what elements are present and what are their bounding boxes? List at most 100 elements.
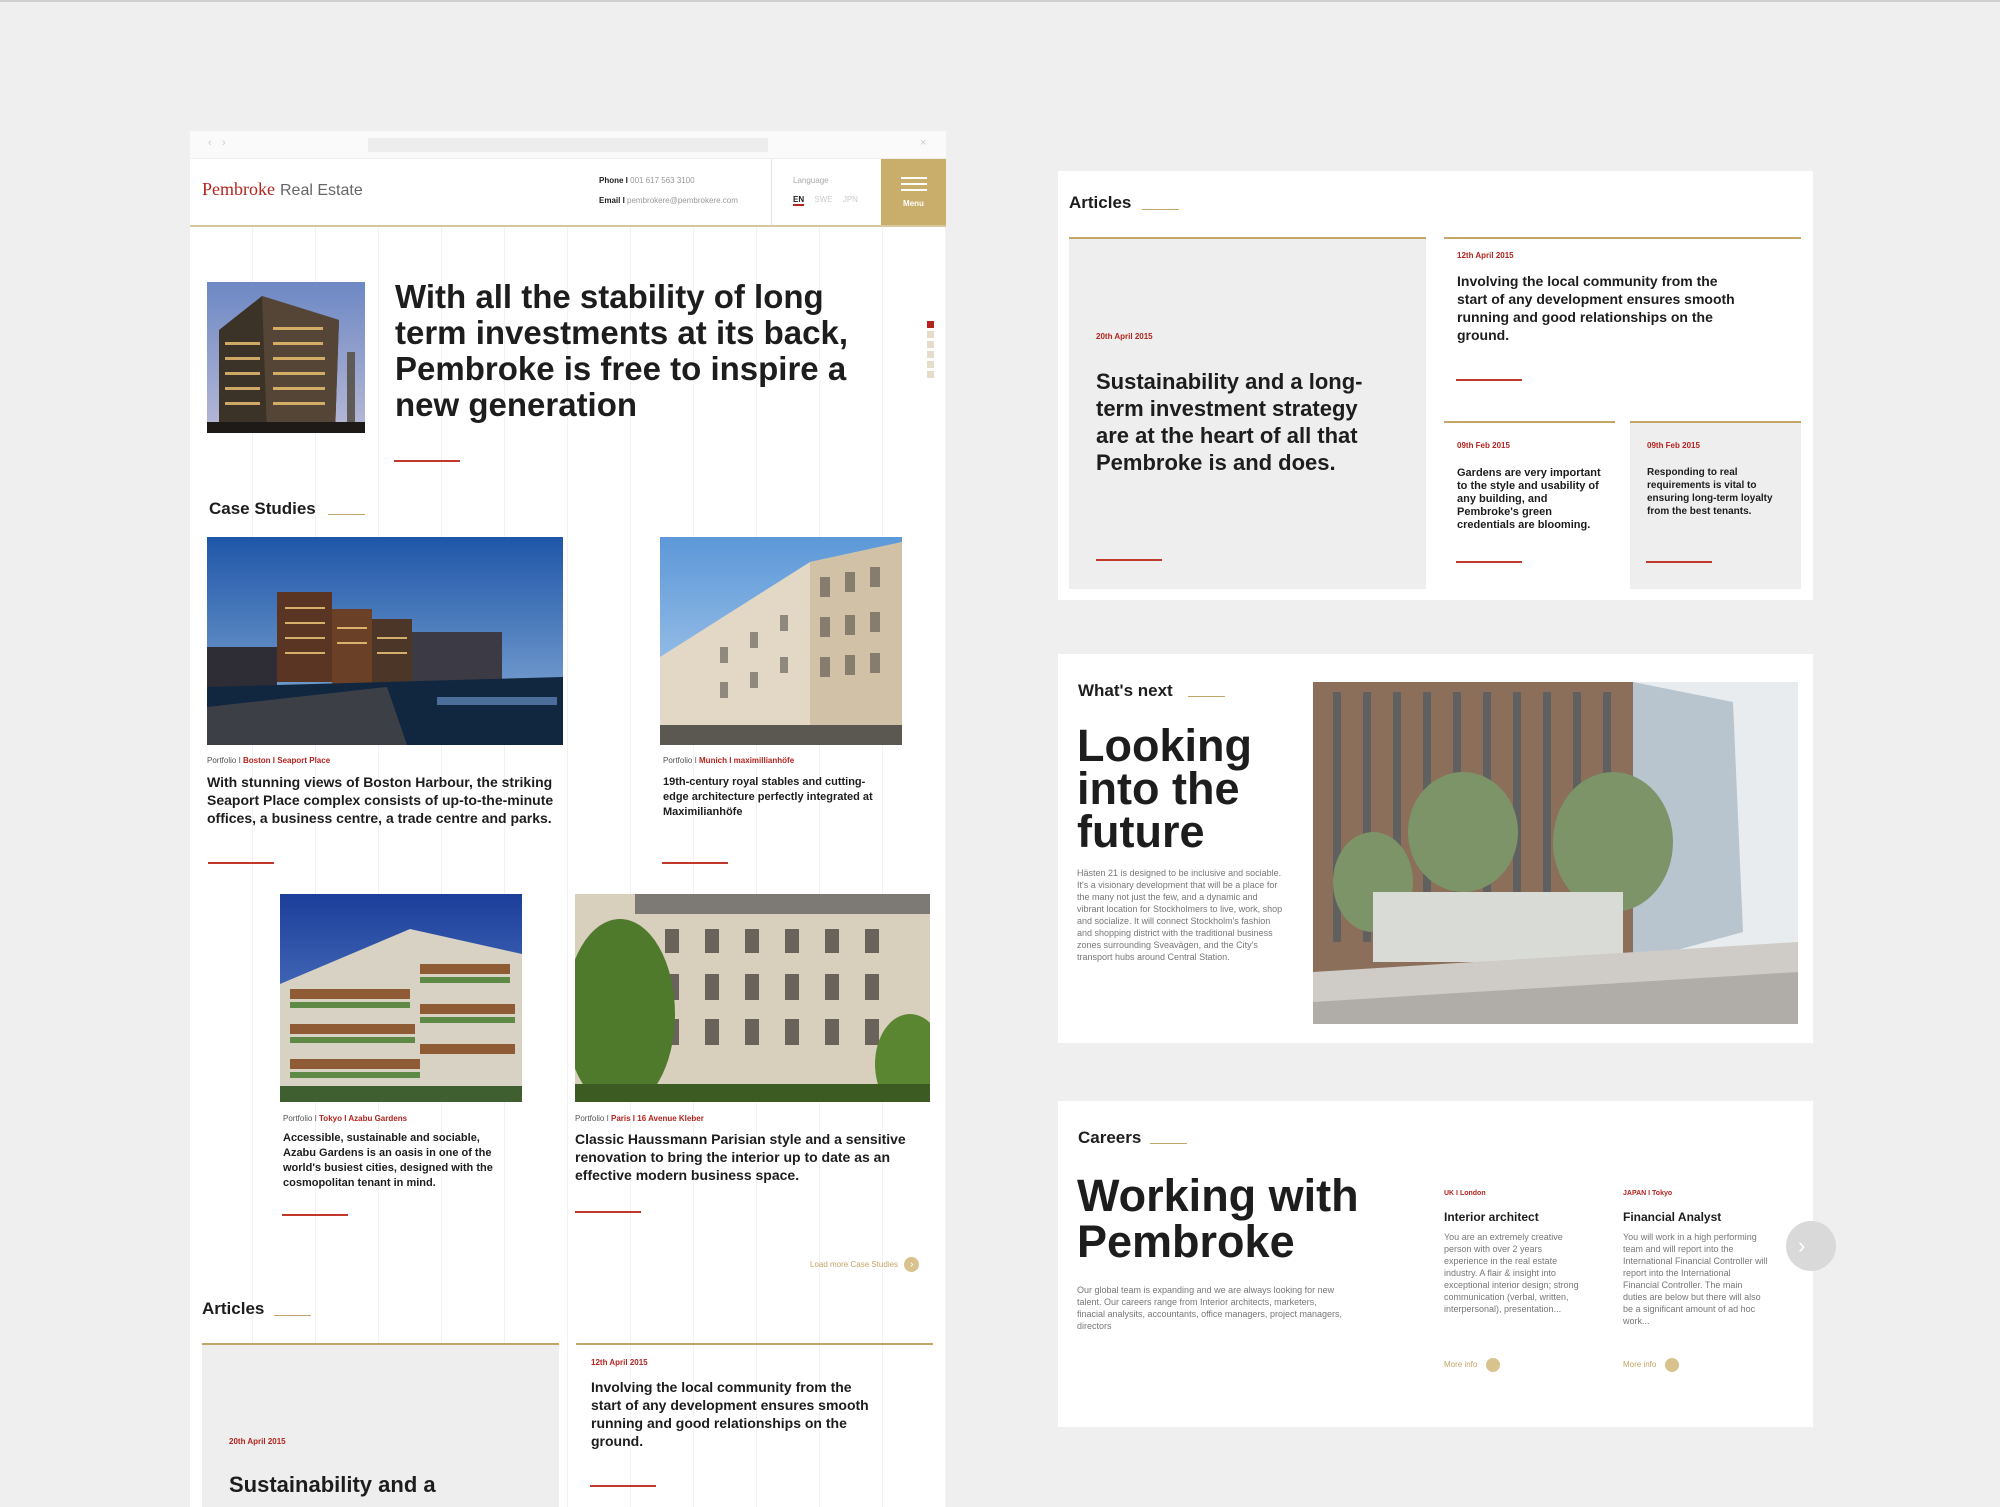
- lang-swe[interactable]: SWE: [814, 195, 832, 204]
- site-header: Pembroke Real Estate Phone I 001 617 563…: [190, 159, 946, 227]
- contact-email: Email I pembrokere@pembrokere.com: [599, 196, 738, 205]
- load-more-button[interactable]: Load more Case Studies ›: [810, 1257, 920, 1272]
- article-fourth-text: Responding to real requirements is vital…: [1647, 467, 1773, 517]
- case-text-munich: 19th-century royal stables and cutting-e…: [663, 776, 873, 818]
- case-studies-heading-rule: [328, 514, 365, 515]
- whats-next-title: Looking into the future: [1077, 720, 1252, 857]
- case-image-paris[interactable]: [575, 894, 930, 1102]
- job-location-tokyo: JAPAN I Tokyo: [1623, 1190, 1673, 1197]
- forward-arrow-icon[interactable]: ›: [222, 137, 226, 149]
- hero-underline: [394, 460, 460, 462]
- article-second-date: 12th April 2015: [1457, 251, 1514, 260]
- lang-en[interactable]: EN: [793, 195, 805, 206]
- careers-title: Working with Pembroke: [1077, 1170, 1359, 1267]
- case-caption-paris: Portfolio I Paris I 16 Avenue Kleber: [575, 1114, 704, 1123]
- case-caption-tokyo: Portfolio I Tokyo I Azabu Gardens: [283, 1114, 408, 1123]
- careers-next-button[interactable]: ›: [1786, 1221, 1836, 1271]
- case-text-boston: With stunning views of Boston Harbour, t…: [207, 774, 554, 826]
- email-value[interactable]: pembrokere@pembrokere.com: [627, 196, 738, 205]
- case-text-paris: Classic Haussmann Parisian style and a s…: [575, 1131, 906, 1183]
- mockup-article-feature-date: 20th April 2015: [229, 1437, 286, 1446]
- articles-heading: Articles: [1069, 193, 1132, 212]
- mockup-article-feature-text: Sustainability and a: [229, 1472, 436, 1497]
- articles-card: Articles 20th April 2015 Sustainability …: [1058, 171, 1813, 600]
- menu-label: Menu: [903, 199, 924, 208]
- mockup-articles-heading: Articles: [202, 1299, 265, 1318]
- case-location-boston[interactable]: Boston I Seaport Place: [243, 756, 330, 765]
- job-title-interior-architect[interactable]: Interior architect: [1444, 1210, 1539, 1224]
- top-border: [0, 0, 2000, 2]
- job-more-interior-architect[interactable]: More info: [1444, 1358, 1500, 1372]
- case-caption-munich: Portfolio I Munich I maximillianhöfe: [663, 756, 795, 765]
- menu-button[interactable]: Menu: [881, 159, 946, 225]
- logo-main: Pembroke: [202, 179, 275, 199]
- contact-phone: Phone I 001 617 563 3100: [599, 176, 695, 185]
- case-location-munich[interactable]: Munich I maximillianhöfe: [699, 756, 794, 765]
- close-icon[interactable]: ×: [920, 137, 926, 149]
- case-image-boston[interactable]: [207, 537, 563, 745]
- case-image-munich[interactable]: [660, 537, 902, 745]
- case-text-tokyo: Accessible, sustainable and sociable, Az…: [283, 1132, 493, 1189]
- mockup-article-second-date: 12th April 2015: [591, 1358, 648, 1367]
- careers-heading-rule: [1150, 1143, 1187, 1144]
- hero-title: With all the stability of long term inve…: [395, 278, 849, 423]
- logo-sub: Real Estate: [280, 182, 363, 199]
- site-mockup: ‹ › × Pembroke Real Estate Phone I 001 6…: [190, 131, 946, 1507]
- article-feature-underline: [1096, 559, 1162, 561]
- hamburger-icon: [901, 177, 927, 191]
- article-fourth-underline: [1646, 561, 1712, 563]
- article-third-rule: [1444, 421, 1615, 423]
- language-switcher: EN SWE JPN: [793, 195, 858, 206]
- case-caption-boston: Portfolio I Boston I Seaport Place: [207, 756, 331, 765]
- article-second-text[interactable]: Involving the local community from the s…: [1457, 272, 1747, 344]
- phone-label: Phone I: [599, 176, 628, 185]
- job-title-financial-analyst[interactable]: Financial Analyst: [1623, 1210, 1721, 1224]
- whats-next-heading-rule: [1188, 696, 1225, 697]
- address-bar[interactable]: [368, 138, 768, 152]
- chevron-right-icon: ›: [1798, 1233, 1806, 1258]
- whats-next-heading: What's next: [1078, 681, 1173, 700]
- header-divider: [771, 159, 772, 225]
- chevron-right-icon: ›: [904, 1257, 920, 1272]
- mockup-articles-heading-rule: [274, 1315, 311, 1316]
- article-fourth-date: 09th Feb 2015: [1647, 441, 1700, 450]
- job-text-financial-analyst: You will work in a high performing team …: [1623, 1232, 1768, 1326]
- case-location-paris[interactable]: Paris I 16 Avenue Kleber: [611, 1114, 704, 1123]
- more-info-icon: [1485, 1358, 1500, 1372]
- careers-card: Careers Working with Pembroke Our global…: [1058, 1101, 1836, 1427]
- careers-heading: Careers: [1078, 1128, 1142, 1147]
- article-feature-text: Sustainability and a long-term investmen…: [1096, 369, 1363, 475]
- articles-heading-rule: [1142, 209, 1179, 210]
- phone-value[interactable]: 001 617 563 3100: [630, 176, 695, 185]
- article-third-text[interactable]: Gardens are very important to the style …: [1457, 467, 1607, 532]
- hero-image: [207, 282, 365, 433]
- article-third-underline: [1456, 561, 1522, 563]
- lang-jpn[interactable]: JPN: [843, 195, 858, 204]
- case-underline-paris: [575, 1211, 641, 1213]
- case-underline-munich: [662, 862, 728, 864]
- whats-next-image: [1313, 682, 1798, 1024]
- more-info-icon: [1664, 1358, 1679, 1372]
- whats-next-card: What's next Looking into the future Häst…: [1058, 654, 1813, 1043]
- browser-chrome: ‹ › ×: [190, 131, 946, 159]
- article-second-rule: [1444, 237, 1801, 239]
- case-studies-heading: Case Studies: [209, 499, 316, 518]
- case-underline-boston: [208, 862, 274, 864]
- case-image-tokyo[interactable]: [280, 894, 522, 1102]
- careers-body: Our global team is expanding and we are …: [1077, 1285, 1342, 1331]
- job-more-financial-analyst[interactable]: More info: [1623, 1358, 1679, 1372]
- load-more-label: Load more Case Studies: [810, 1260, 899, 1269]
- article-third-date: 09th Feb 2015: [1457, 441, 1510, 450]
- mockup-article-second-underline: [590, 1485, 656, 1487]
- article-second-underline: [1456, 379, 1522, 381]
- article-feature-date: 20th April 2015: [1096, 332, 1153, 341]
- logo[interactable]: Pembroke Real Estate: [202, 179, 363, 200]
- language-label: Language: [793, 176, 829, 185]
- scroll-indicator[interactable]: [927, 321, 934, 378]
- back-arrow-icon[interactable]: ‹: [208, 137, 212, 149]
- mockup-article-second-text[interactable]: Involving the local community from the s…: [591, 1378, 881, 1450]
- case-location-tokyo[interactable]: Tokyo I Azabu Gardens: [319, 1114, 407, 1123]
- mockup-article-second-rule: [576, 1343, 933, 1345]
- job-text-interior-architect: You are an extremely creative person wit…: [1444, 1232, 1579, 1314]
- whats-next-body: Hästen 21 is designed to be inclusive an…: [1077, 868, 1283, 962]
